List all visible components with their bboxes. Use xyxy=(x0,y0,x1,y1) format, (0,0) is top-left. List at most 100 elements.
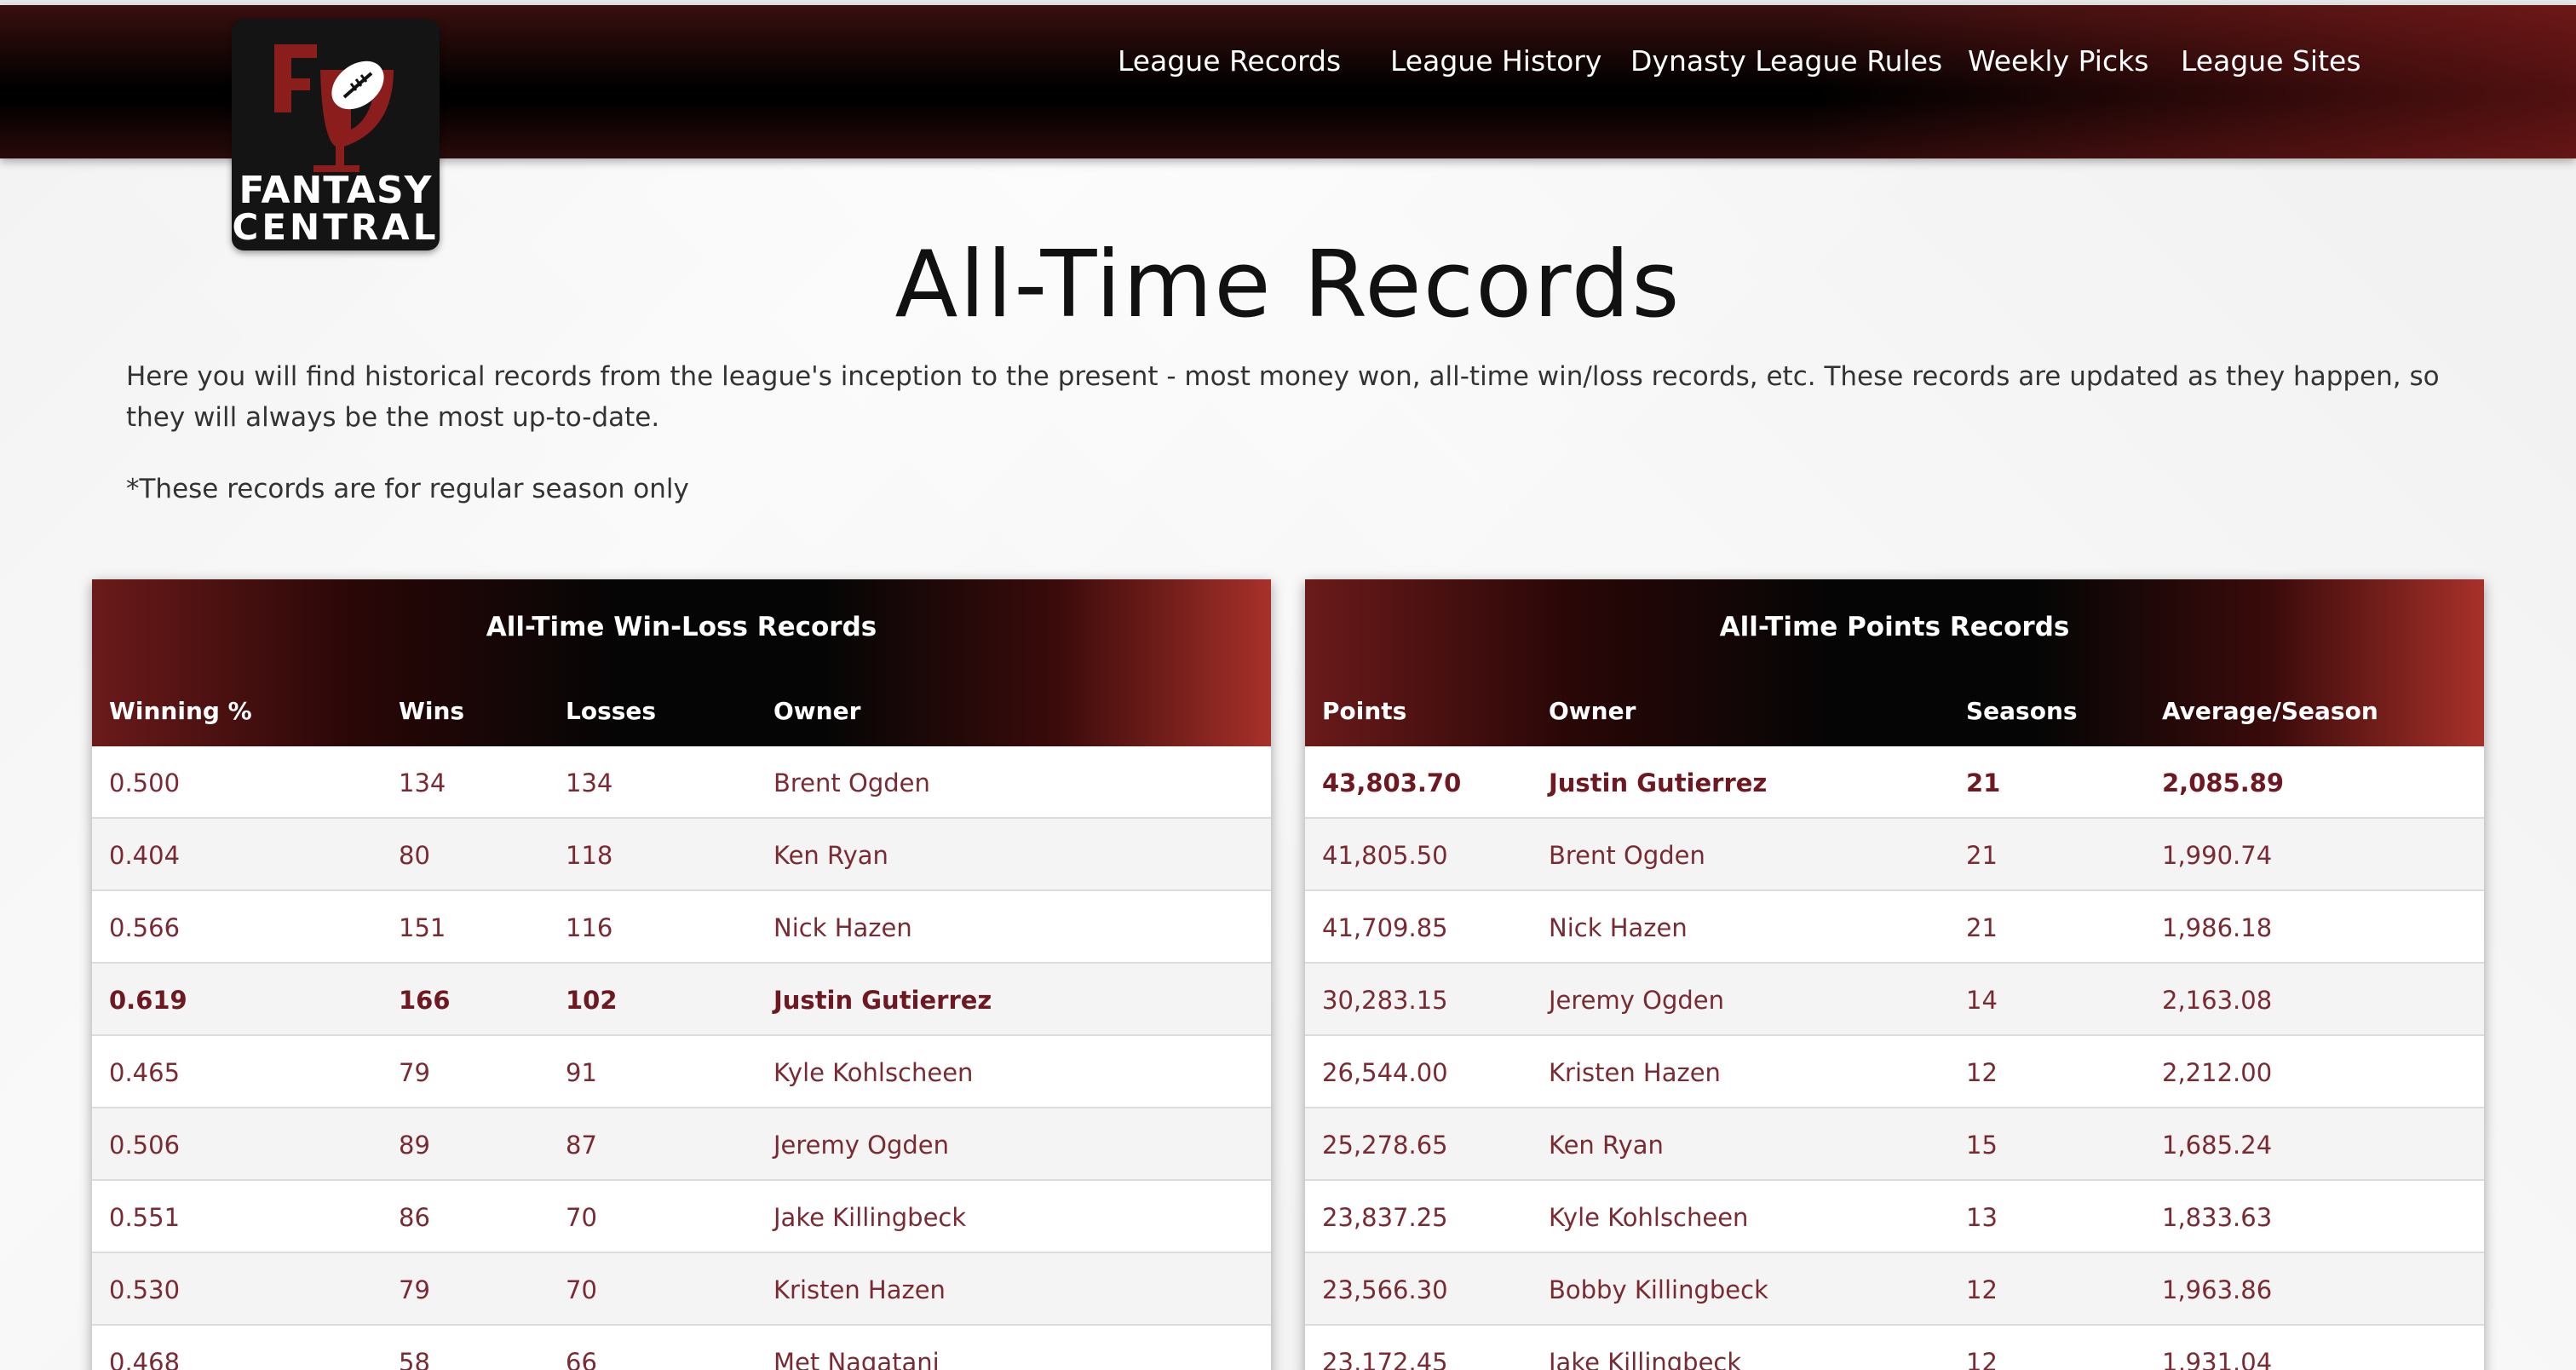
table-cell: 13 xyxy=(1966,1203,1998,1232)
table-row: 0.619 166 102 Justin Gutierrez xyxy=(92,964,1271,1036)
table-cell: Jake Killingbeck xyxy=(1549,1348,1742,1370)
nav-dynasty-league-rules[interactable]: Dynasty League Rules xyxy=(1630,44,1942,78)
points-table-title: All-Time Points Records xyxy=(1719,612,2070,642)
table-cell: 1,963.86 xyxy=(2162,1275,2273,1304)
winloss-table: All-Time Win-Loss Records Winning % Wins… xyxy=(92,579,1271,1370)
table-row: 23,566.30 Bobby Killingbeck 12 1,963.86 xyxy=(1305,1253,2484,1326)
table-cell: 30,283.15 xyxy=(1322,986,1448,1015)
table-cell: Brent Ogden xyxy=(773,768,930,797)
table-cell: Kristen Hazen xyxy=(1549,1058,1721,1087)
table-cell: Kyle Kohlscheen xyxy=(773,1058,974,1087)
table-cell: Nick Hazen xyxy=(773,913,912,942)
table-row: 0.530 79 70 Kristen Hazen xyxy=(92,1253,1271,1326)
table-cell: 118 xyxy=(566,841,613,870)
table-cell: 70 xyxy=(566,1203,597,1232)
table-cell: 80 xyxy=(399,841,430,870)
points-table: All-Time Points Records Points Owner Sea… xyxy=(1305,579,2484,1370)
table-cell: 1,931.04 xyxy=(2162,1348,2273,1370)
table-cell: 0.551 xyxy=(109,1203,181,1232)
table-row: 0.465 79 91 Kyle Kohlscheen xyxy=(92,1036,1271,1108)
table-cell: Kristen Hazen xyxy=(773,1275,946,1304)
table-cell: 23,172.45 xyxy=(1322,1348,1448,1370)
table-cell: 21 xyxy=(1966,913,1998,942)
table-cell: 23,566.30 xyxy=(1322,1275,1448,1304)
nav-league-sites[interactable]: League Sites xyxy=(2181,44,2361,78)
table-cell: 134 xyxy=(566,768,613,797)
table-cell: Justin Gutierrez xyxy=(1549,768,1768,797)
nav-league-history[interactable]: League History xyxy=(1390,44,1601,78)
table-row: 0.566 151 116 Nick Hazen xyxy=(92,891,1271,964)
table-cell: 23,837.25 xyxy=(1322,1203,1448,1232)
table-cell: 41,709.85 xyxy=(1322,913,1448,942)
table-cell: 1,990.74 xyxy=(2162,841,2273,870)
table-row: 0.500 134 134 Brent Ogden xyxy=(92,746,1271,819)
table-cell: 79 xyxy=(399,1058,430,1087)
nav-weekly-picks[interactable]: Weekly Picks xyxy=(1968,44,2148,78)
table-cell: 26,544.00 xyxy=(1322,1058,1448,1087)
table-cell: 15 xyxy=(1966,1131,1998,1160)
table-cell: Ken Ryan xyxy=(1549,1131,1664,1160)
table-cell: 89 xyxy=(399,1131,430,1160)
table-cell: 79 xyxy=(399,1275,430,1304)
table-cell: 43,803.70 xyxy=(1322,768,1462,797)
col-owner[interactable]: Owner xyxy=(773,697,860,725)
table-cell: 0.468 xyxy=(109,1348,181,1370)
table-cell: Jeremy Ogden xyxy=(1549,986,1725,1015)
table-cell: 91 xyxy=(566,1058,597,1087)
table-row: 0.404 80 118 Ken Ryan xyxy=(92,819,1271,891)
table-row: 30,283.15 Jeremy Ogden 14 2,163.08 xyxy=(1305,964,2484,1036)
col-seasons[interactable]: Seasons xyxy=(1966,697,2078,725)
table-cell: Ken Ryan xyxy=(773,841,888,870)
table-cell: 21 xyxy=(1966,841,1998,870)
table-cell: 151 xyxy=(399,913,446,942)
table-row: 0.468 58 66 Met Nagatani xyxy=(92,1326,1271,1370)
winloss-table-header: All-Time Win-Loss Records Winning % Wins… xyxy=(92,579,1271,746)
table-cell: 58 xyxy=(399,1348,430,1370)
table-cell: Jeremy Ogden xyxy=(773,1131,950,1160)
table-row: 0.506 89 87 Jeremy Ogden xyxy=(92,1108,1271,1181)
col-wins[interactable]: Wins xyxy=(399,697,464,725)
table-row: 23,837.25 Kyle Kohlscheen 13 1,833.63 xyxy=(1305,1181,2484,1253)
table-cell: 86 xyxy=(399,1203,430,1232)
regular-season-note: *These records are for regular season on… xyxy=(126,474,689,504)
table-cell: 2,085.89 xyxy=(2162,768,2285,797)
table-cell: Brent Ogden xyxy=(1549,841,1705,870)
table-cell: 14 xyxy=(1966,986,1998,1015)
table-row: 0.551 86 70 Jake Killingbeck xyxy=(92,1181,1271,1253)
col-winning-pct[interactable]: Winning % xyxy=(109,697,252,725)
col-losses[interactable]: Losses xyxy=(566,697,656,725)
table-cell: 12 xyxy=(1966,1348,1998,1370)
table-cell: Jake Killingbeck xyxy=(773,1203,967,1232)
table-cell: 0.500 xyxy=(109,768,181,797)
table-cell: 134 xyxy=(399,768,446,797)
intro-paragraph: Here you will find historical records fr… xyxy=(126,361,2440,433)
table-cell: 0.404 xyxy=(109,841,181,870)
col-owner[interactable]: Owner xyxy=(1549,697,1636,725)
table-cell: 21 xyxy=(1966,768,2001,797)
winloss-table-title: All-Time Win-Loss Records xyxy=(486,612,877,642)
table-cell: 2,212.00 xyxy=(2162,1058,2273,1087)
table-cell: Met Nagatani xyxy=(773,1348,940,1370)
table-cell: 1,685.24 xyxy=(2162,1131,2273,1160)
table-row: 26,544.00 Kristen Hazen 12 2,212.00 xyxy=(1305,1036,2484,1108)
table-cell: 12 xyxy=(1966,1275,1998,1304)
table-cell: Justin Gutierrez xyxy=(773,986,992,1015)
table-cell: 0.530 xyxy=(109,1275,181,1304)
table-cell: Kyle Kohlscheen xyxy=(1549,1203,1749,1232)
main-nav: League Records League History Dynasty Le… xyxy=(0,44,2576,95)
table-row: 25,278.65 Ken Ryan 15 1,685.24 xyxy=(1305,1108,2484,1181)
table-cell: 41,805.50 xyxy=(1322,841,1448,870)
table-cell: 1,833.63 xyxy=(2162,1203,2273,1232)
table-row: 41,709.85 Nick Hazen 21 1,986.18 xyxy=(1305,891,2484,964)
col-average-season[interactable]: Average/Season xyxy=(2162,697,2378,725)
col-points[interactable]: Points xyxy=(1322,697,1406,725)
nav-league-records[interactable]: League Records xyxy=(1118,44,1341,78)
table-cell: 2,163.08 xyxy=(2162,986,2273,1015)
table-cell: 0.619 xyxy=(109,986,187,1015)
table-cell: 70 xyxy=(566,1275,597,1304)
table-cell: 166 xyxy=(399,986,451,1015)
table-cell: Nick Hazen xyxy=(1549,913,1688,942)
table-cell: 1,986.18 xyxy=(2162,913,2273,942)
table-cell: 66 xyxy=(566,1348,597,1370)
table-cell: 102 xyxy=(566,986,618,1015)
